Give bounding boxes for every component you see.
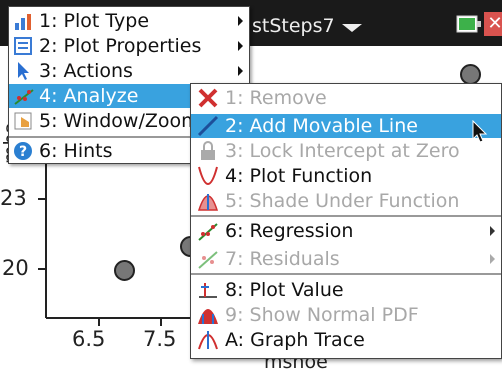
window-zoom-icon [13, 111, 35, 131]
menu-divider [191, 273, 501, 275]
shade-function-icon [197, 190, 219, 212]
submenu-arrow-icon [490, 226, 495, 236]
menu-item-plot-type[interactable]: 1: Plot Type [9, 9, 249, 33]
submenu-item-graph-trace[interactable]: A: Graph Trace [191, 328, 501, 352]
y-tick-label: 23 [0, 186, 27, 210]
document-title[interactable]: stSteps7 [252, 15, 335, 37]
submenu-arrow-icon [238, 41, 243, 51]
chevron-down-icon[interactable] [342, 24, 362, 32]
submenu-item-regression[interactable]: 6: Regression [191, 219, 501, 243]
submenu-item-lock-intercept[interactable]: 3: Lock Intercept at Zero [191, 139, 501, 163]
close-icon[interactable]: ✕ [484, 12, 502, 36]
movable-line-icon [197, 115, 219, 137]
submenu-arrow-icon [238, 16, 243, 26]
arrow-cursor-icon [13, 61, 35, 81]
regression-icon [197, 220, 219, 242]
mouse-pointer-icon [472, 120, 488, 143]
plot-function-icon [197, 165, 219, 187]
plot-properties-icon [13, 36, 35, 56]
y-tick-mark [38, 268, 46, 270]
x-tick-mark [160, 318, 162, 326]
analyze-submenu: 1: Remove 2: Add Movable Line 3: Lock In… [190, 83, 502, 359]
submenu-item-shade-under-function[interactable]: 5: Shade Under Function [191, 189, 501, 213]
svg-text:?: ? [19, 144, 27, 160]
plot-value-icon [197, 279, 219, 301]
data-point[interactable] [460, 64, 481, 85]
submenu-arrow-icon [490, 254, 495, 264]
x-tick-label: 6.5 [72, 327, 106, 351]
submenu-item-remove[interactable]: 1: Remove [191, 86, 501, 110]
x-tick-mark [98, 318, 100, 326]
normal-pdf-icon [197, 304, 219, 326]
help-icon: ? [13, 141, 35, 161]
analyze-icon [13, 86, 35, 106]
menu-item-actions[interactable]: 3: Actions [9, 59, 249, 83]
data-point[interactable] [114, 260, 135, 281]
battery-icon [456, 15, 481, 33]
submenu-item-show-normal-pdf[interactable]: 9: Show Normal PDF [191, 303, 501, 327]
x-tick-label: 7.5 [143, 327, 177, 351]
menu-divider [191, 215, 501, 217]
y-tick-label: 20 [2, 256, 29, 280]
submenu-item-add-movable-line[interactable]: 2: Add Movable Line [191, 114, 501, 138]
graph-trace-icon [197, 329, 219, 351]
residuals-icon [197, 248, 219, 270]
lock-icon [197, 140, 219, 162]
remove-icon [197, 87, 219, 109]
submenu-item-plot-function[interactable]: 4: Plot Function [191, 164, 501, 188]
submenu-item-residuals[interactable]: 7: Residuals [191, 247, 501, 271]
submenu-item-plot-value[interactable]: 8: Plot Value [191, 278, 501, 302]
submenu-arrow-icon [238, 66, 243, 76]
plot-type-icon [13, 11, 35, 31]
y-tick-mark [38, 198, 46, 200]
menu-item-plot-properties[interactable]: 2: Plot Properties [9, 34, 249, 58]
calculator-screen: stSteps7 ✕ 23 20 6.5 7.5 mha mshoe [0, 0, 502, 376]
